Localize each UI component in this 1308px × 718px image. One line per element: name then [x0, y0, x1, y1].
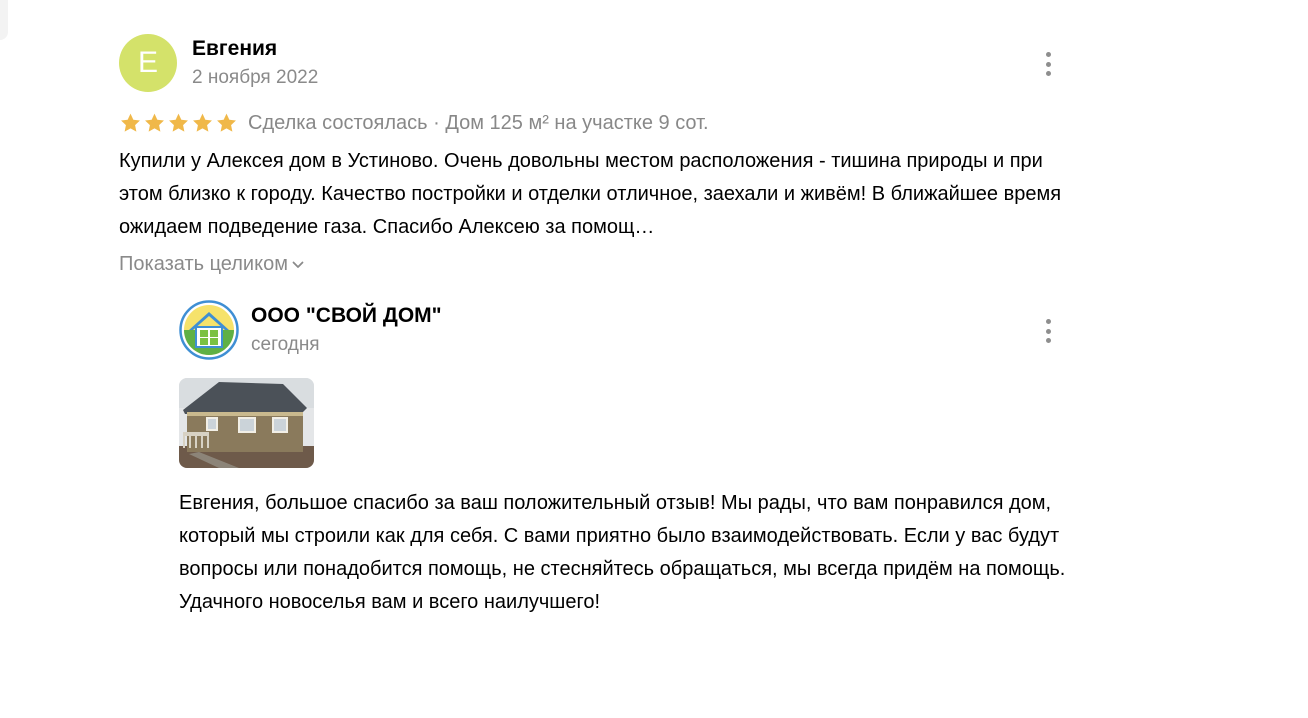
rating-stars [119, 112, 238, 134]
review-text: Купили у Алексея дом в Устиново. Очень д… [119, 150, 1062, 238]
reply-more-options-button[interactable] [1038, 317, 1058, 345]
star-icon [193, 113, 212, 132]
reply-date: сегодня [251, 334, 320, 355]
author-name[interactable]: Евгения [192, 37, 277, 61]
deal-info: Сделка состоялась · Дом 125 м² на участк… [248, 111, 709, 134]
kebab-menu-icon [1045, 52, 1051, 57]
avatar[interactable]: Е [119, 34, 177, 92]
scroll-edge [0, 0, 8, 40]
kebab-menu-icon [1045, 319, 1051, 324]
show-full-label: Показать целиком [119, 253, 288, 275]
reply-photo[interactable] [179, 378, 314, 468]
company-name[interactable]: ООО "СВОЙ ДОМ" [251, 304, 442, 328]
star-icon [217, 113, 236, 132]
company-logo[interactable] [179, 300, 239, 360]
more-options-button[interactable] [1038, 50, 1058, 78]
chevron-down-icon [292, 261, 304, 268]
rating-row: Сделка состоялась · Дом 125 м² на участк… [119, 109, 709, 137]
review-card: Е Евгения 2 ноября 2022 Сделка состоялас… [0, 0, 1308, 718]
review-date: 2 ноября 2022 [192, 67, 319, 88]
show-full-button[interactable]: Показать целиком [119, 253, 304, 276]
star-icon [145, 113, 164, 132]
reply-text: Евгения, большое спасибо за ваш положите… [179, 492, 1066, 613]
star-icon [169, 113, 188, 132]
star-icon [121, 113, 140, 132]
